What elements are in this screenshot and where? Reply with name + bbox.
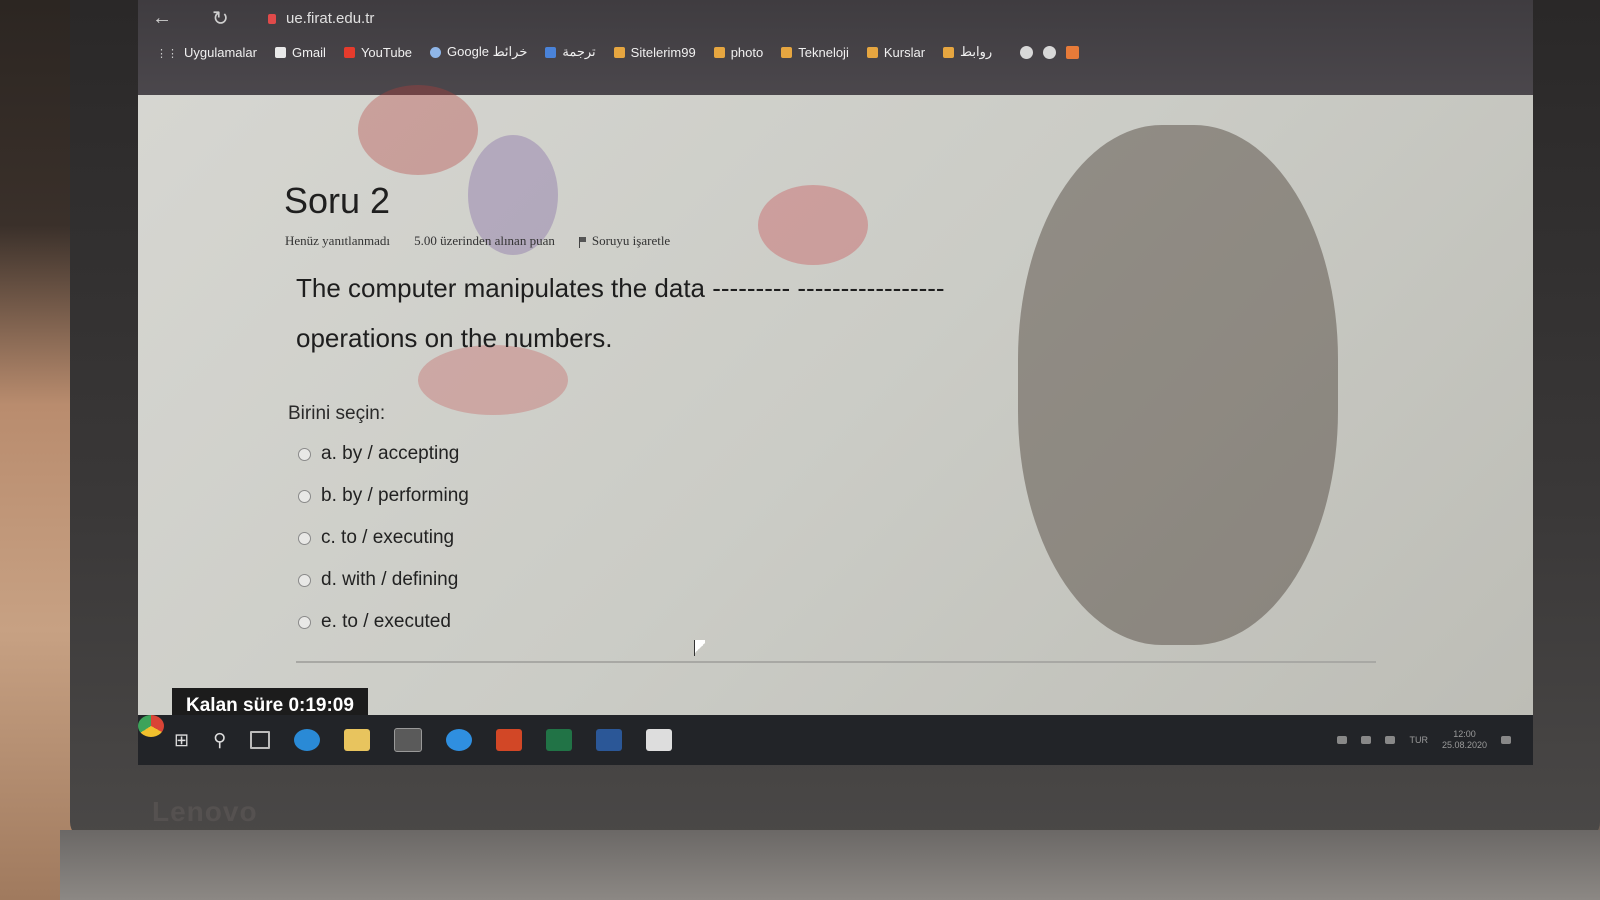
question-text-line-2: operations on the numbers. — [296, 323, 613, 353]
globe-icon[interactable] — [1043, 45, 1057, 59]
lock-icon — [268, 13, 276, 24]
clock[interactable]: 12:00 25.08.2020 — [1442, 729, 1487, 751]
translate-icon — [545, 46, 557, 58]
radio-button[interactable] — [298, 615, 311, 629]
windows-taskbar: ⊞ ⚲ TUR 12:00 25.08.2020 — [138, 715, 1533, 765]
network-icon[interactable] — [1361, 736, 1372, 744]
bookmark-translate[interactable]: ترجمة — [545, 44, 596, 60]
globe-icon[interactable] — [1020, 45, 1034, 59]
laptop-base — [60, 830, 1600, 900]
folder-icon — [866, 46, 878, 58]
answer-options: a. by / accepting b. by / performing c. … — [298, 433, 469, 643]
question-status: Henüz yanıtlanmadı — [285, 233, 391, 248]
extension-icons — [1020, 45, 1080, 59]
answer-label: c. to / executing — [321, 527, 455, 548]
flag-question-link[interactable]: Soruyu işaretle — [578, 233, 671, 249]
browser-icon[interactable] — [446, 729, 473, 751]
folder-icon — [713, 46, 725, 58]
bookmarks-bar: ⋮⋮ Uygulamalar Gmail YouTube Google خرائ… — [156, 44, 1080, 60]
screen-reflection — [758, 185, 868, 265]
powerpoint-icon[interactable] — [496, 729, 523, 751]
folder-icon — [781, 46, 793, 58]
onedrive-icon[interactable] — [1337, 736, 1348, 744]
youtube-icon — [343, 46, 355, 58]
timer-label: Kalan süre — [186, 695, 284, 716]
answer-option-c[interactable]: c. to / executing — [298, 517, 469, 559]
quiz-page: Soru 2 Henüz yanıtlanmadı 5.00 üzerinden… — [138, 85, 1533, 724]
edge-icon[interactable] — [294, 729, 321, 751]
folder-icon — [943, 46, 955, 58]
excel-icon[interactable] — [546, 729, 573, 751]
answer-option-b[interactable]: b. by / performing — [298, 475, 469, 517]
bookmark-google-maps[interactable]: Google خرائط — [430, 44, 527, 60]
file-explorer-icon[interactable] — [344, 729, 371, 751]
answer-prompt: Birini seçin: — [288, 403, 386, 424]
answer-option-d[interactable]: d. with / defining — [298, 559, 469, 601]
screen-reflection — [358, 85, 478, 175]
bookmark-tekneloji[interactable]: Tekneloji — [781, 45, 849, 60]
question-info: Henüz yanıtlanmadı 5.00 üzerinden alınan… — [285, 233, 670, 249]
laptop-brand-logo: Lenovo — [152, 796, 258, 827]
word-icon[interactable] — [596, 729, 623, 751]
photos-icon[interactable] — [646, 729, 673, 751]
question-text-line-1: The computer manipulates the data ------… — [296, 273, 945, 303]
store-icon[interactable] — [394, 728, 423, 752]
system-tray: TUR 12:00 25.08.2020 — [1337, 729, 1511, 751]
answer-label: d. with / defining — [321, 569, 459, 590]
apps-icon: ⋮⋮ — [156, 47, 178, 60]
answer-label: e. to / executed — [321, 611, 451, 632]
gmail-icon — [274, 46, 286, 58]
answer-option-a[interactable]: a. by / accepting — [298, 433, 469, 475]
google-maps-icon — [430, 46, 442, 58]
task-view-icon[interactable] — [250, 731, 271, 749]
answer-option-e[interactable]: e. to / executed — [298, 601, 469, 643]
answer-label: a. by / accepting — [321, 443, 460, 464]
folder-icon — [613, 46, 625, 58]
windows-start-icon[interactable]: ⊞ — [174, 730, 189, 751]
address-bar[interactable]: ue.firat.edu.tr — [268, 10, 374, 27]
bookmark-rawabit[interactable]: روابط — [943, 44, 992, 60]
laptop-screen: ← ↻ ue.firat.edu.tr ⋮⋮ Uygulamalar Gmail… — [138, 0, 1533, 765]
url-text: ue.firat.edu.tr — [286, 10, 375, 27]
search-icon[interactable]: ⚲ — [213, 730, 226, 751]
notifications-icon[interactable] — [1501, 736, 1511, 744]
timer-value: 0:19:09 — [288, 695, 354, 716]
bookmark-youtube[interactable]: YouTube — [343, 45, 412, 60]
volume-icon[interactable] — [1385, 736, 1396, 744]
mouse-cursor-icon — [694, 640, 705, 656]
flag-question-label: Soruyu işaretle — [591, 233, 671, 248]
radio-button[interactable] — [298, 531, 311, 545]
bookmark-sitelerim99[interactable]: Sitelerim99 — [613, 45, 696, 60]
browser-chrome: ← ↻ ue.firat.edu.tr ⋮⋮ Uygulamalar Gmail… — [138, 0, 1533, 95]
radio-button[interactable] — [298, 489, 311, 503]
chrome-icon[interactable] — [138, 715, 164, 737]
clock-date: 25.08.2020 — [1441, 740, 1487, 750]
answer-label: b. by / performing — [321, 485, 469, 506]
section-divider — [296, 661, 1376, 663]
mail-icon[interactable] — [1066, 45, 1080, 59]
browser-nav: ← ↻ — [152, 6, 229, 31]
bookmark-apps[interactable]: ⋮⋮ Uygulamalar — [156, 45, 257, 60]
question-points: 5.00 üzerinden alınan puan — [414, 233, 555, 248]
bookmark-gmail[interactable]: Gmail — [274, 45, 326, 60]
question-title: Soru 2 — [284, 180, 391, 221]
question-text: The computer manipulates the data ------… — [296, 263, 1056, 363]
clock-time: 12:00 — [1453, 729, 1476, 739]
taskbar-apps: ⊞ ⚲ — [138, 715, 673, 752]
radio-button[interactable] — [298, 447, 311, 461]
reload-icon[interactable]: ↻ — [212, 6, 229, 31]
back-icon[interactable]: ← — [152, 7, 172, 30]
flag-icon — [578, 236, 587, 248]
bookmark-kurslar[interactable]: Kurslar — [866, 45, 925, 60]
screen-reflection — [1018, 125, 1338, 645]
language-indicator[interactable]: TUR — [1409, 735, 1428, 745]
bookmark-photo[interactable]: photo — [713, 45, 763, 60]
radio-button[interactable] — [298, 573, 311, 587]
